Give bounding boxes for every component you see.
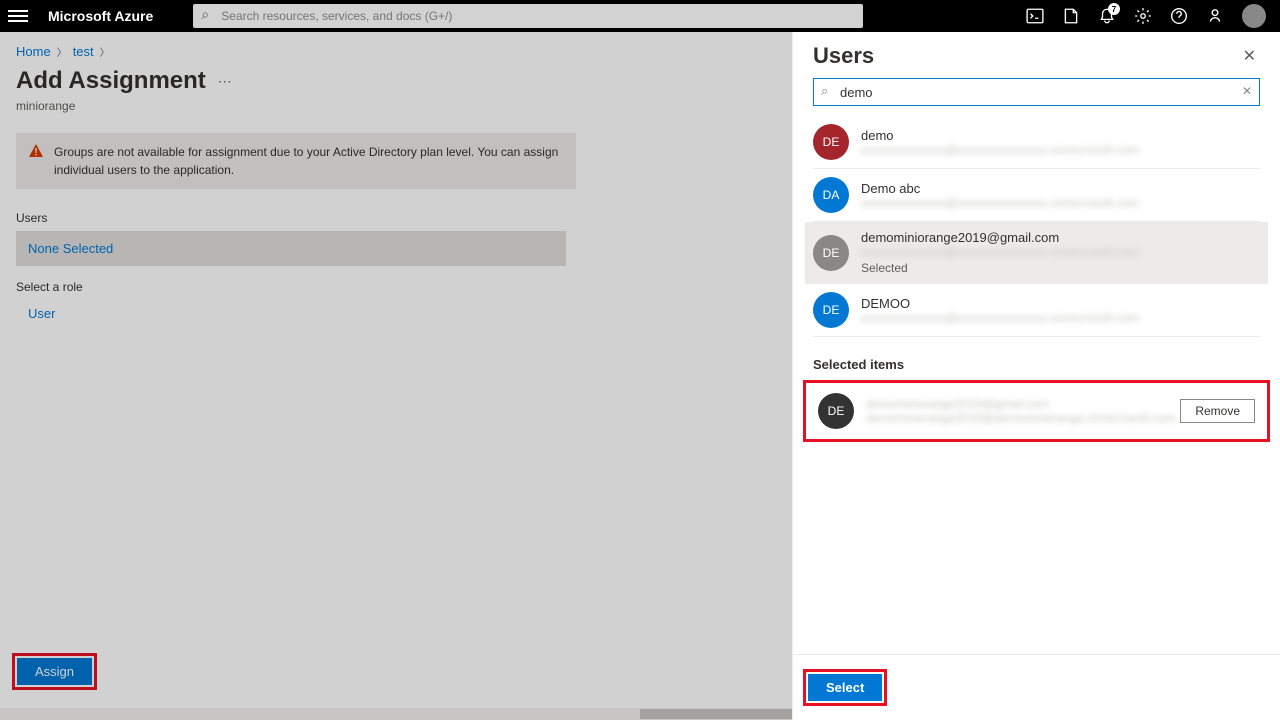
panel-title: Users bbox=[813, 43, 874, 69]
user-avatar[interactable] bbox=[1242, 4, 1266, 28]
topbar-actions: 7 bbox=[1026, 4, 1272, 28]
user-avatar-icon: DE bbox=[813, 235, 849, 271]
directories-icon[interactable] bbox=[1062, 7, 1080, 25]
user-email-blurred: xxxxxxxxxxxxxx@xxxxxxxxxxxxxxx.onmicroso… bbox=[861, 245, 1260, 259]
user-avatar-icon: DE bbox=[813, 292, 849, 328]
user-email-blurred: xxxxxxxxxxxxxx@xxxxxxxxxxxxxxx.onmicroso… bbox=[861, 311, 1260, 325]
user-search-input[interactable] bbox=[813, 78, 1260, 106]
selected-item-row: DE demominiorange2019@gmail.com demomini… bbox=[806, 383, 1267, 439]
global-search-input[interactable] bbox=[193, 4, 863, 28]
settings-icon[interactable] bbox=[1134, 7, 1152, 25]
feedback-icon[interactable] bbox=[1206, 7, 1224, 25]
breadcrumb-test[interactable]: test bbox=[73, 44, 94, 59]
users-panel: Users ✕ ⌕ ✕ DEdemoxxxxxxxxxxxxxx@xxxxxxx… bbox=[792, 32, 1280, 720]
help-icon[interactable] bbox=[1170, 7, 1188, 25]
brand-label: Microsoft Azure bbox=[48, 8, 153, 24]
warning-banner: Groups are not available for assignment … bbox=[16, 133, 576, 189]
bottom-bar: Assign bbox=[12, 653, 97, 690]
user-info: DEMOOxxxxxxxxxxxxxx@xxxxxxxxxxxxxxx.onmi… bbox=[861, 296, 1260, 325]
user-name: Demo abc bbox=[861, 181, 1260, 196]
select-button[interactable]: Select bbox=[808, 674, 882, 701]
menu-icon[interactable] bbox=[8, 6, 28, 26]
assign-highlight: Assign bbox=[12, 653, 97, 690]
notifications-icon[interactable]: 7 bbox=[1098, 7, 1116, 25]
user-result-row[interactable]: DE demoxxxxxxxxxxxxxx@xxxxxxxxxxxxxxx.onm… bbox=[813, 116, 1260, 169]
global-search-wrap bbox=[193, 4, 863, 28]
scroll-thumb[interactable] bbox=[640, 709, 800, 719]
user-name: demo bbox=[861, 128, 1260, 143]
breadcrumb-home[interactable]: Home bbox=[16, 44, 51, 59]
selected-items-label: Selected items bbox=[793, 337, 1280, 380]
more-icon[interactable]: ⋯ bbox=[218, 73, 232, 90]
cloud-shell-icon[interactable] bbox=[1026, 7, 1044, 25]
chevron-right-icon: 〉 bbox=[100, 44, 110, 59]
panel-footer: Select bbox=[793, 654, 1280, 720]
user-results-list: DEdemoxxxxxxxxxxxxxx@xxxxxxxxxxxxxxx.onm… bbox=[793, 116, 1280, 337]
selected-items-box: DE demominiorange2019@gmail.com demomini… bbox=[803, 380, 1270, 442]
user-email-blurred: xxxxxxxxxxxxxx@xxxxxxxxxxxxxxx.onmicroso… bbox=[861, 196, 1260, 210]
notification-badge: 7 bbox=[1108, 3, 1120, 15]
user-result-row[interactable]: DE DEMOOxxxxxxxxxxxxxx@xxxxxxxxxxxxxxx.on… bbox=[813, 284, 1260, 337]
select-highlight: Select bbox=[803, 669, 887, 706]
user-name: demominiorange2019@gmail.com bbox=[861, 230, 1260, 245]
user-result-row[interactable]: DE demominiorange2019@gmail.comxxxxxxxxxx… bbox=[805, 222, 1268, 284]
user-info: Demo abcxxxxxxxxxxxxxx@xxxxxxxxxxxxxxx.o… bbox=[861, 181, 1260, 210]
top-bar: Microsoft Azure 7 bbox=[0, 0, 1280, 32]
user-avatar-icon: DA bbox=[813, 177, 849, 213]
user-result-row[interactable]: DA Demo abcxxxxxxxxxxxxxx@xxxxxxxxxxxxxxx… bbox=[813, 169, 1260, 222]
warning-icon bbox=[28, 143, 44, 179]
user-status: Selected bbox=[861, 261, 1260, 275]
selected-info: demominiorange2019@gmail.com demominiora… bbox=[866, 397, 1168, 425]
user-name: DEMOO bbox=[861, 296, 1260, 311]
user-avatar-icon: DE bbox=[813, 124, 849, 160]
user-info: demominiorange2019@gmail.comxxxxxxxxxxxx… bbox=[861, 230, 1260, 275]
user-info: demoxxxxxxxxxxxxxx@xxxxxxxxxxxxxxx.onmic… bbox=[861, 128, 1260, 157]
user-email-blurred: xxxxxxxxxxxxxx@xxxxxxxxxxxxxxx.onmicroso… bbox=[861, 143, 1260, 157]
search-icon: ⌕ bbox=[821, 83, 828, 99]
panel-search-wrap: ⌕ ✕ bbox=[793, 78, 1280, 116]
page-title: Add Assignment bbox=[16, 67, 206, 95]
close-icon[interactable]: ✕ bbox=[1239, 42, 1260, 70]
selected-email-blurred: demominiorange2019@demominiorange.onmicr… bbox=[866, 411, 1168, 425]
users-selector[interactable]: None Selected bbox=[16, 231, 566, 266]
chevron-right-icon: 〉 bbox=[57, 44, 67, 59]
warning-text: Groups are not available for assignment … bbox=[54, 143, 564, 179]
selected-name-blurred: demominiorange2019@gmail.com bbox=[866, 397, 1168, 411]
remove-button[interactable]: Remove bbox=[1180, 399, 1255, 423]
panel-header: Users ✕ bbox=[793, 32, 1280, 78]
assign-button[interactable]: Assign bbox=[17, 658, 92, 685]
clear-icon[interactable]: ✕ bbox=[1242, 84, 1252, 98]
selected-avatar: DE bbox=[818, 393, 854, 429]
